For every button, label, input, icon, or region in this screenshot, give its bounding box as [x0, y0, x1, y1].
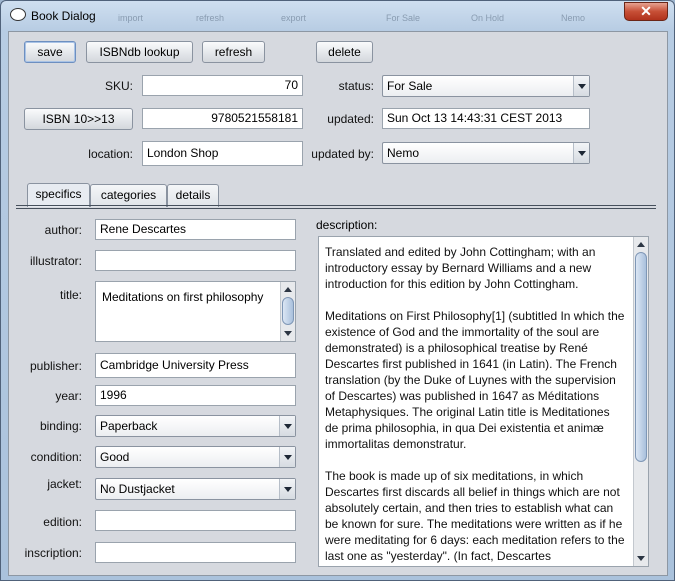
- scroll-up-icon[interactable]: [634, 237, 648, 251]
- save-button[interactable]: save: [24, 41, 76, 63]
- condition-select[interactable]: Good: [95, 446, 296, 468]
- binding-select[interactable]: Paperback: [95, 415, 296, 437]
- description-label: description:: [316, 218, 378, 232]
- inscription-label: inscription:: [24, 546, 82, 560]
- updated-by-value: Nemo: [387, 146, 420, 160]
- title-bar[interactable]: Book Dialog import refresh export For Sa…: [1, 1, 674, 31]
- location-label: location:: [88, 147, 133, 161]
- edition-label: edition:: [43, 515, 82, 529]
- window-title: Book Dialog: [31, 9, 96, 23]
- title-label: title:: [59, 288, 82, 302]
- binding-value: Paperback: [100, 419, 158, 433]
- updated-by-label: updated by:: [311, 147, 374, 161]
- tab-categories[interactable]: categories: [90, 184, 167, 207]
- tab-divider: [16, 205, 656, 209]
- updated-label: updated:: [327, 112, 374, 126]
- condition-label: condition:: [30, 450, 82, 464]
- illustrator-field[interactable]: [95, 250, 296, 271]
- description-paragraph: Translated and edited by John Cottingham…: [325, 245, 596, 291]
- background-window-text: Nemo: [561, 13, 586, 23]
- description-paragraph: Meditations on First Philosophy[1] (subt…: [325, 309, 625, 451]
- title-scrollbar[interactable]: [280, 282, 295, 341]
- year-label: year:: [55, 389, 82, 403]
- title-text: Meditations on first philosophy: [102, 290, 264, 304]
- isbn-field[interactable]: 9780521558181: [142, 108, 303, 129]
- updated-field[interactable]: Sun Oct 13 14:43:31 CEST 2013: [382, 108, 590, 129]
- inscription-field[interactable]: [95, 542, 296, 563]
- publisher-label: publisher:: [29, 359, 82, 373]
- dialog-content: save ISBNdb lookup refresh delete SKU: 7…: [8, 31, 668, 576]
- close-icon: ✕: [640, 3, 652, 19]
- condition-value: Good: [100, 450, 130, 464]
- description-paragraph: The book is made up of six meditations, …: [325, 469, 625, 563]
- refresh-button[interactable]: refresh: [202, 41, 265, 63]
- author-label: author:: [44, 223, 82, 237]
- edition-field[interactable]: [95, 510, 296, 531]
- updated-by-select[interactable]: Nemo: [382, 142, 590, 164]
- title-textarea[interactable]: Meditations on first philosophy: [95, 281, 296, 342]
- isbndb-lookup-button[interactable]: ISBNdb lookup: [86, 41, 193, 63]
- status-value: For Sale: [387, 79, 433, 93]
- background-window-text: On Hold: [471, 13, 505, 23]
- author-field[interactable]: Rene Descartes: [95, 219, 296, 240]
- illustrator-label: illustrator:: [29, 254, 82, 268]
- isbn-convert-button[interactable]: ISBN 10>>13: [24, 108, 133, 130]
- scroll-up-icon[interactable]: [281, 282, 295, 296]
- chevron-down-icon[interactable]: [573, 76, 589, 96]
- status-select[interactable]: For Sale: [382, 75, 590, 97]
- jacket-label: jacket:: [47, 477, 82, 491]
- chevron-down-icon[interactable]: [573, 143, 589, 163]
- sku-label: SKU:: [104, 79, 133, 93]
- background-window-text: refresh: [196, 13, 225, 23]
- status-label: status:: [338, 79, 374, 93]
- description-scrollbar[interactable]: [633, 237, 648, 566]
- jacket-value: No Dustjacket: [100, 482, 175, 496]
- year-field[interactable]: 1996: [95, 385, 296, 406]
- publisher-field[interactable]: Cambridge University Press: [95, 353, 296, 378]
- scroll-thumb[interactable]: [635, 252, 647, 462]
- chevron-down-icon[interactable]: [279, 479, 295, 499]
- delete-button[interactable]: delete: [316, 41, 373, 63]
- chevron-down-icon[interactable]: [279, 416, 295, 436]
- chevron-down-icon[interactable]: [279, 447, 295, 467]
- binding-label: binding:: [39, 419, 82, 433]
- background-window-text: export: [281, 13, 307, 23]
- location-field[interactable]: London Shop: [142, 141, 303, 166]
- description-text: Translated and edited by John Cottingham…: [325, 244, 626, 575]
- scroll-thumb[interactable]: [282, 297, 294, 325]
- background-window-text: For Sale: [386, 13, 421, 23]
- scroll-down-icon[interactable]: [281, 327, 295, 341]
- scroll-down-icon[interactable]: [634, 552, 648, 566]
- close-button[interactable]: ✕: [624, 2, 668, 21]
- app-icon: [10, 8, 26, 21]
- tab-specifics[interactable]: specifics: [27, 183, 90, 207]
- tab-details[interactable]: details: [167, 184, 219, 207]
- book-dialog-window: Book Dialog import refresh export For Sa…: [0, 0, 675, 581]
- description-textarea[interactable]: Translated and edited by John Cottingham…: [318, 236, 649, 567]
- jacket-select[interactable]: No Dustjacket: [95, 478, 296, 500]
- background-window-text: import: [118, 13, 144, 23]
- sku-field[interactable]: 70: [142, 75, 303, 96]
